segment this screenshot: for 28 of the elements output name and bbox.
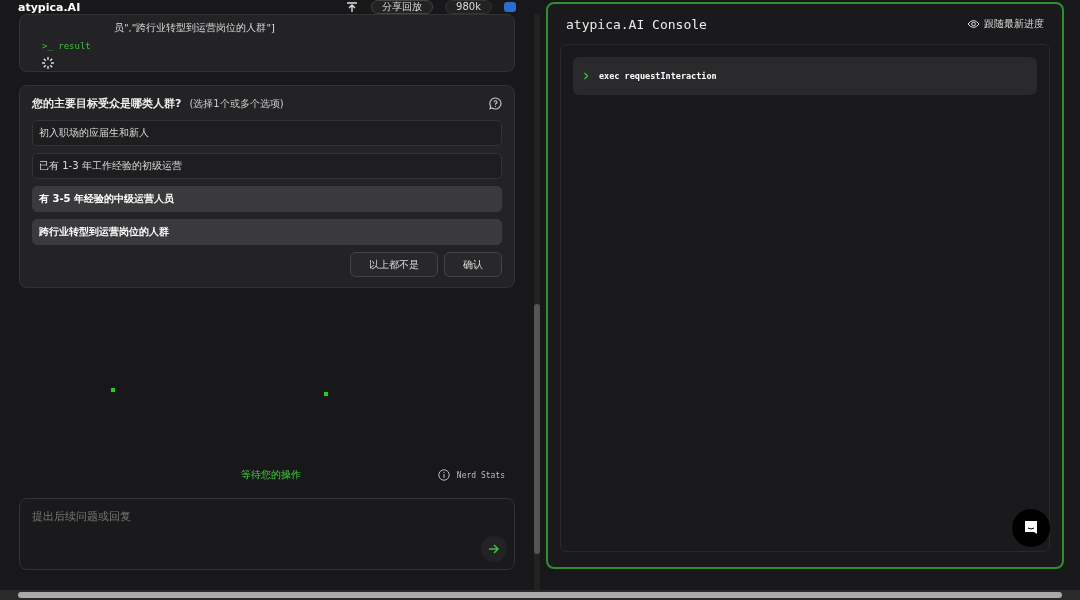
chat-button[interactable] [1012, 509, 1050, 547]
confirm-button[interactable]: 确认 [444, 252, 502, 277]
tool-arguments: 员","跨行业转型到运营岗位的人群"] [113, 21, 276, 35]
share-button[interactable]: 分享回放 [371, 0, 434, 14]
info-icon[interactable] [437, 469, 450, 481]
option-button[interactable]: 跨行业转型到运营岗位的人群 [32, 219, 502, 245]
upload-icon[interactable] [345, 1, 360, 13]
question-hint: (选择1个或多个选项) [189, 96, 284, 111]
command-text: exec requestInteraction [599, 71, 717, 81]
status-text: 等待您的操作 [241, 468, 301, 482]
chat-icon [1023, 520, 1039, 536]
logo[interactable]: atypica.AI [18, 0, 81, 14]
option-button[interactable]: 初入职场的应届生和新人 [32, 120, 502, 146]
eye-icon[interactable] [967, 19, 980, 29]
avatar-icon[interactable] [504, 2, 516, 12]
option-button[interactable]: 已有 1-3 年工作经验的初级运营 [32, 153, 502, 179]
reply-field[interactable]: 提出后续问题或回复 [19, 498, 515, 570]
nerd-stats-link[interactable]: Nerd Stats [456, 470, 505, 480]
result-label: >_ result [42, 41, 92, 51]
question-title: 您的主要目标受众是哪类人群? [32, 96, 182, 111]
arrow-icon [488, 543, 500, 555]
token-count: 980k [445, 0, 492, 14]
console-entry[interactable]: exec requestInteraction [573, 57, 1037, 95]
help-icon[interactable] [489, 97, 502, 110]
follow-link[interactable]: 跟随最新进度 [984, 17, 1044, 31]
none-button[interactable]: 以上都不是 [350, 252, 438, 277]
option-button[interactable]: 有 3-5 年经验的中级运营人员 [32, 186, 502, 212]
console-title: atypica.AI Console [566, 16, 707, 32]
